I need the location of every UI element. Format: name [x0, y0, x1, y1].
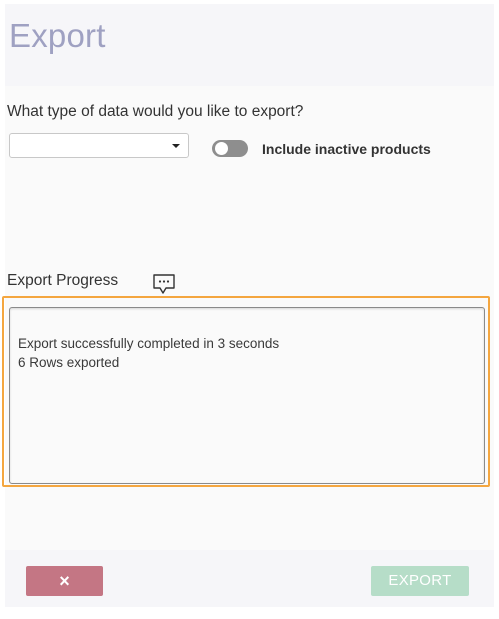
include-inactive-label: Include inactive products — [262, 141, 431, 157]
dialog-title: Export — [9, 17, 106, 54]
export-progress-label: Export Progress — [7, 272, 119, 289]
include-inactive-toggle[interactable] — [212, 140, 248, 157]
toggle-knob — [215, 142, 228, 155]
log-line: Export successfully completed in 3 secon… — [18, 336, 280, 351]
export-log-box[interactable]: Export successfully completed in 3 secon… — [9, 307, 485, 484]
dialog-header: Export — [5, 4, 494, 86]
data-type-question: What type of data would you like to expo… — [7, 103, 304, 120]
export-button[interactable]: EXPORT — [371, 566, 469, 596]
chat-icon[interactable] — [152, 273, 176, 295]
dialog-footer: × EXPORT — [5, 550, 494, 607]
cancel-button[interactable]: × — [26, 566, 103, 596]
export-dialog: Export What type of data would you like … — [2, 4, 494, 607]
chevron-down-icon — [172, 144, 180, 148]
data-type-select[interactable] — [9, 133, 189, 158]
log-line: 6 Rows exported — [18, 355, 120, 370]
